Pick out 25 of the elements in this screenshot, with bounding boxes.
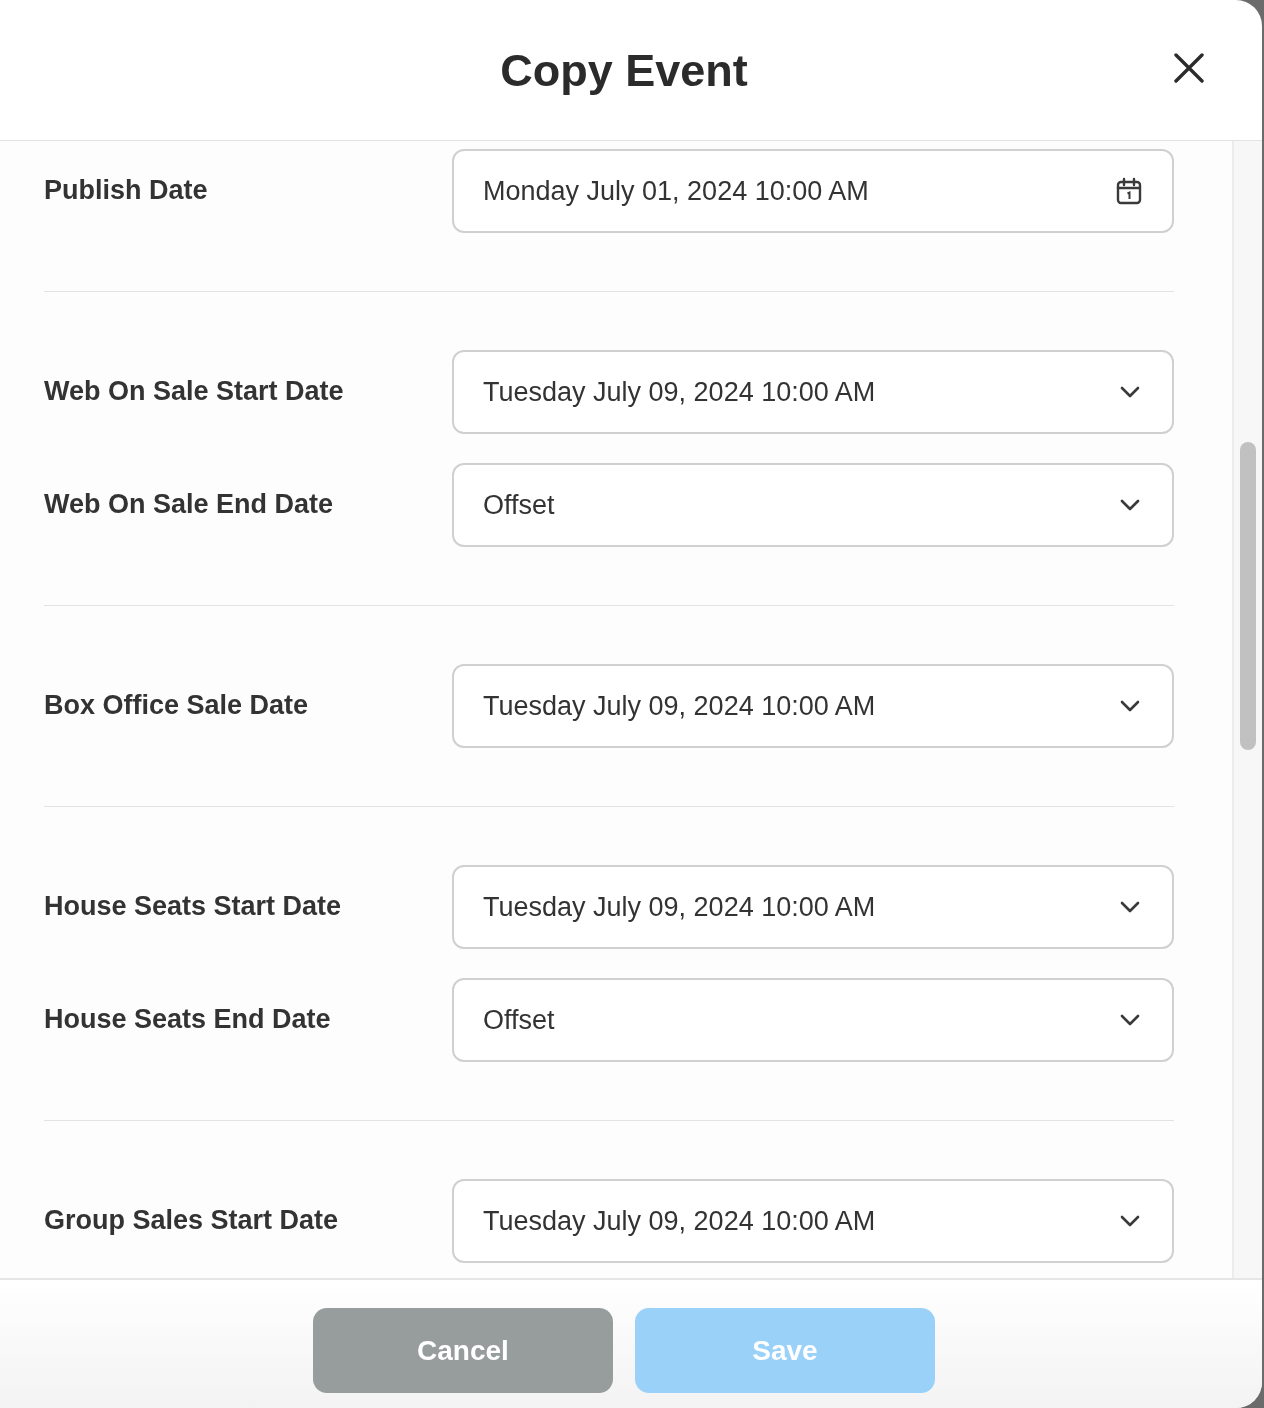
dialog-title: Copy Event bbox=[500, 47, 748, 93]
calendar-icon bbox=[1116, 177, 1142, 205]
field-label: House Seats Start Date bbox=[44, 890, 342, 924]
dropdown-field[interactable]: Tuesday July 09, 2024 10:00 AM bbox=[452, 1179, 1174, 1263]
dropdown-field[interactable]: Tuesday July 09, 2024 10:00 AM bbox=[452, 664, 1174, 748]
field-label: Web On Sale End Date bbox=[44, 488, 334, 522]
chevron-down-icon bbox=[1120, 901, 1140, 913]
chevron-down-icon bbox=[1120, 386, 1140, 398]
chevron-down-icon bbox=[1120, 1215, 1140, 1227]
close-icon bbox=[1174, 53, 1204, 83]
field-label: Web On Sale Start Date bbox=[44, 375, 344, 409]
dropdown-field[interactable]: Tuesday July 09, 2024 10:00 AM bbox=[452, 350, 1174, 434]
field-label: Publish Date bbox=[44, 174, 208, 208]
scrollbar-thumb[interactable] bbox=[1240, 442, 1256, 750]
dropdown-field[interactable]: Offset bbox=[452, 978, 1174, 1062]
chevron-down-icon bbox=[1120, 1014, 1140, 1026]
scrollbar-track[interactable] bbox=[1232, 141, 1262, 1278]
dropdown-field[interactable]: Tuesday July 09, 2024 10:00 AM bbox=[452, 865, 1174, 949]
chevron-down-icon bbox=[1120, 700, 1140, 712]
field-label: Box Office Sale Date bbox=[44, 689, 309, 723]
dropdown-field[interactable]: Offset bbox=[452, 463, 1174, 547]
date-picker-field[interactable]: Monday July 01, 2024 10:00 AM bbox=[452, 149, 1174, 233]
field-label: House Seats End Date bbox=[44, 1003, 331, 1037]
field-label: Group Sales Start Date bbox=[44, 1204, 339, 1238]
chevron-down-icon bbox=[1120, 499, 1140, 511]
